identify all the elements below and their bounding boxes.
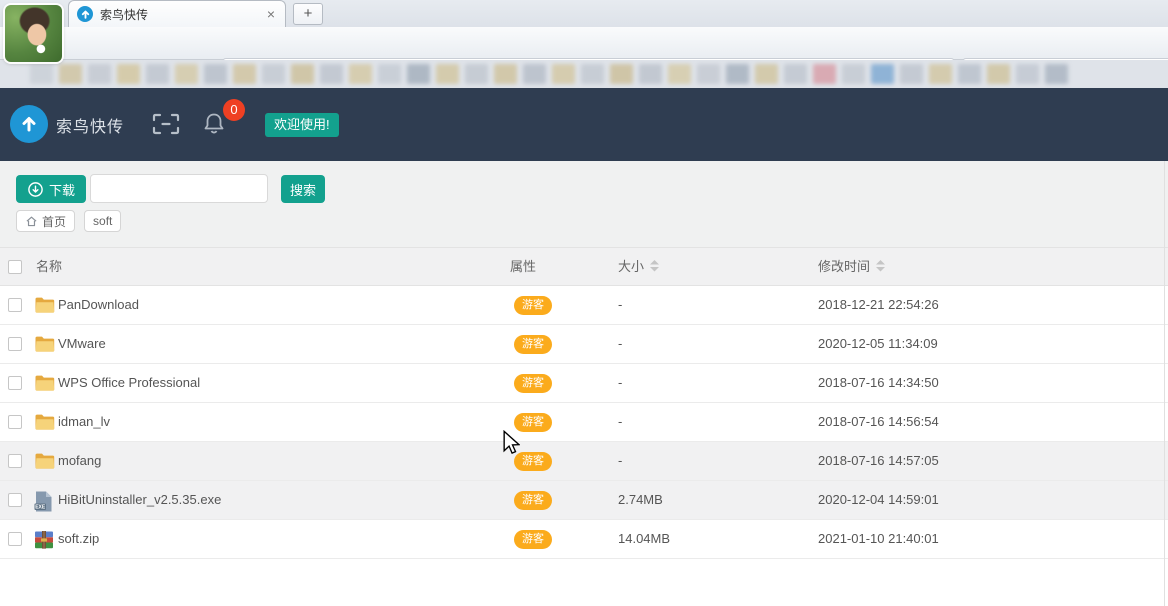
row-checkbox[interactable]: [8, 454, 22, 468]
column-header-modified[interactable]: 修改时间: [818, 248, 885, 286]
bookmarks-bar-blurred[interactable]: [0, 60, 1168, 88]
svg-text:EXE: EXE: [35, 505, 46, 511]
attr-badge: 游客: [514, 491, 552, 510]
page-content: 下载 搜索 首页 soft 名称 属性 大小 修改时间 PanDownload …: [0, 161, 1168, 606]
attr-badge: 游客: [514, 335, 552, 354]
folder-icon: [34, 413, 55, 431]
user-avatar[interactable]: [5, 5, 62, 62]
file-type-icon: [34, 374, 56, 394]
file-size: -: [618, 442, 622, 480]
table-header-row: 名称 属性 大小 修改时间: [0, 247, 1168, 286]
tab-title: 索鸟快传: [100, 6, 258, 23]
download-button-label: 下载: [49, 180, 75, 199]
row-checkbox[interactable]: [8, 532, 22, 546]
file-modified-time: 2018-07-16 14:57:05: [818, 442, 939, 480]
table-row[interactable]: mofang 游客 - 2018-07-16 14:57:05: [0, 442, 1168, 481]
browser-navbar: http://192.168.193.245:8080/down?pid=195…: [0, 27, 1168, 60]
notification-bell-icon[interactable]: [202, 111, 226, 137]
file-modified-time: 2018-12-21 22:54:26: [818, 286, 939, 324]
tab-favicon-up-arrow-icon: [77, 6, 93, 22]
welcome-button[interactable]: 欢迎使用!: [265, 113, 339, 137]
download-button[interactable]: 下载: [16, 175, 86, 203]
browser-tab[interactable]: 索鸟快传 ×: [68, 0, 286, 27]
file-size: 2.74MB: [618, 481, 663, 519]
app-brand-title: 索鸟快传: [56, 88, 124, 161]
exe-file-icon: EXE: [34, 491, 52, 512]
file-size: -: [618, 403, 622, 441]
table-row[interactable]: soft.zip 游客 14.04MB 2021-01-10 21:40:01: [0, 520, 1168, 559]
breadcrumb-current-folder[interactable]: soft: [84, 210, 121, 232]
table-row[interactable]: idman_lv 游客 - 2018-07-16 14:56:54: [0, 403, 1168, 442]
row-checkbox[interactable]: [8, 337, 22, 351]
browser-tab-strip: 索鸟快传 × +: [0, 0, 1168, 27]
row-checkbox[interactable]: [8, 298, 22, 312]
download-circle-icon: [27, 181, 44, 198]
file-type-icon: EXE: [34, 491, 56, 511]
home-breadcrumb-icon: [25, 215, 38, 228]
file-name[interactable]: mofang: [58, 442, 101, 480]
breadcrumb: 首页 soft: [16, 210, 121, 232]
folder-icon: [34, 335, 55, 353]
select-all-checkbox[interactable]: [8, 260, 22, 274]
breadcrumb-home[interactable]: 首页: [16, 210, 75, 232]
row-checkbox[interactable]: [8, 415, 22, 429]
tab-close-icon[interactable]: ×: [265, 6, 277, 22]
file-type-icon: [34, 335, 56, 355]
attr-badge: 游客: [514, 374, 552, 393]
file-size: -: [618, 364, 622, 402]
file-size: -: [618, 286, 622, 324]
attr-badge: 游客: [514, 530, 552, 549]
file-modified-time: 2020-12-05 11:34:09: [818, 325, 938, 363]
file-type-icon: [34, 413, 56, 433]
attr-badge: 游客: [514, 296, 552, 315]
folder-icon: [34, 374, 55, 392]
file-type-icon: [34, 530, 56, 550]
app-header: 索鸟快传 0 欢迎使用!: [0, 88, 1168, 161]
file-name[interactable]: HiBitUninstaller_v2.5.35.exe: [58, 481, 221, 519]
new-tab-button[interactable]: +: [293, 3, 323, 25]
file-modified-time: 2018-07-16 14:34:50: [818, 364, 939, 402]
mouse-cursor: [502, 430, 520, 456]
file-modified-time: 2020-12-04 14:59:01: [818, 481, 939, 519]
file-type-icon: [34, 452, 56, 472]
file-name[interactable]: PanDownload: [58, 286, 139, 324]
right-edge-divider: [1164, 161, 1165, 606]
file-modified-time: 2018-07-16 14:56:54: [818, 403, 939, 441]
file-name[interactable]: WPS Office Professional: [58, 364, 200, 402]
file-search-input[interactable]: [90, 174, 268, 203]
column-header-attr[interactable]: 属性: [510, 248, 536, 286]
app-logo-up-arrow-icon[interactable]: [10, 105, 48, 143]
notification-count-badge[interactable]: 0: [223, 99, 245, 121]
file-name[interactable]: soft.zip: [58, 520, 99, 558]
zip-archive-icon: [34, 530, 54, 550]
file-name[interactable]: VMware: [58, 325, 106, 363]
file-type-icon: [34, 296, 56, 316]
table-row[interactable]: EXE HiBitUninstaller_v2.5.35.exe 游客 2.74…: [0, 481, 1168, 520]
folder-icon: [34, 296, 55, 314]
sort-modified-icon[interactable]: [876, 260, 885, 272]
file-list: PanDownload 游客 - 2018-12-21 22:54:26 VMw…: [0, 286, 1168, 559]
folder-icon: [34, 452, 55, 470]
scan-qr-icon[interactable]: [152, 113, 180, 135]
breadcrumb-current-label: soft: [93, 214, 112, 228]
sort-size-icon[interactable]: [650, 260, 659, 272]
file-size: 14.04MB: [618, 520, 670, 558]
row-checkbox[interactable]: [8, 376, 22, 390]
file-name[interactable]: idman_lv: [58, 403, 110, 441]
bookmark-blocks: [30, 64, 1068, 84]
file-table: 名称 属性 大小 修改时间 PanDownload 游客 - 2018-12-2…: [0, 247, 1168, 606]
table-row[interactable]: PanDownload 游客 - 2018-12-21 22:54:26: [0, 286, 1168, 325]
column-header-size[interactable]: 大小: [618, 248, 659, 286]
table-row[interactable]: WPS Office Professional 游客 - 2018-07-16 …: [0, 364, 1168, 403]
column-header-name[interactable]: 名称: [36, 248, 62, 286]
file-search-button[interactable]: 搜索: [281, 175, 325, 203]
file-modified-time: 2021-01-10 21:40:01: [818, 520, 939, 558]
row-checkbox[interactable]: [8, 493, 22, 507]
table-row[interactable]: VMware 游客 - 2020-12-05 11:34:09: [0, 325, 1168, 364]
breadcrumb-home-label: 首页: [42, 213, 66, 230]
file-size: -: [618, 325, 622, 363]
